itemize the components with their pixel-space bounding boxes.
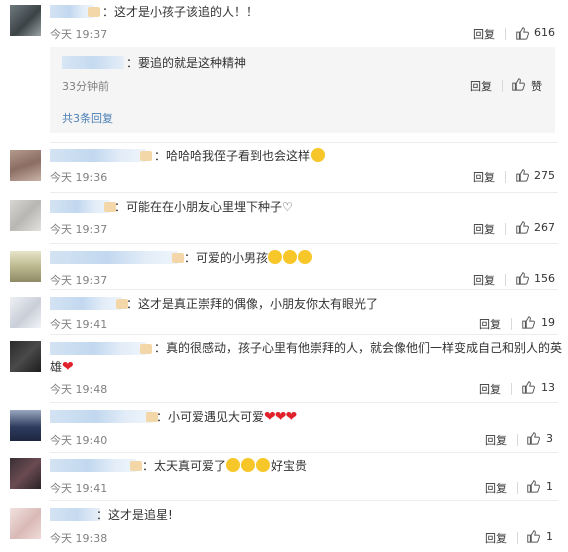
thumbs-up-icon[interactable] bbox=[526, 431, 540, 445]
laughing-emoji-icon bbox=[268, 250, 283, 264]
sub-reply-text: ：要追的就是这种精神 bbox=[126, 56, 247, 70]
comment-time: 今天 19:36 bbox=[50, 171, 108, 184]
username[interactable] bbox=[50, 5, 100, 18]
crying-emoji-icon bbox=[256, 458, 271, 472]
separator bbox=[505, 28, 506, 40]
divider bbox=[50, 289, 558, 290]
comment-time: 今天 19:37 bbox=[50, 223, 108, 236]
like-count: 267 bbox=[534, 221, 555, 234]
divider bbox=[50, 142, 558, 143]
comment-text: ：可能在在小朋友心里埋下种子♡ bbox=[114, 200, 293, 214]
like-count: 1 bbox=[546, 480, 553, 493]
comment-text: ：这才是追星! bbox=[96, 508, 173, 522]
thumbs-up-icon[interactable] bbox=[521, 315, 535, 329]
comment-text: ：小可爱遇见大可爱❤❤❤ bbox=[156, 409, 297, 425]
comment-text: ：真的很感动，孩子心里有他崇拜的人，就会像他们一样变成自己和别人的英 bbox=[154, 341, 563, 355]
username[interactable] bbox=[50, 342, 152, 355]
avatar[interactable] bbox=[10, 150, 41, 181]
laughing-emoji-icon bbox=[311, 148, 326, 162]
comment-text: ：这才是小孩子该追的人！！ bbox=[102, 5, 259, 19]
comment-time: 今天 19:40 bbox=[50, 434, 108, 447]
avatar[interactable] bbox=[10, 410, 41, 441]
divider bbox=[50, 243, 558, 244]
reply-button[interactable]: 回复 bbox=[473, 272, 495, 288]
laughing-emoji-icon bbox=[283, 250, 298, 264]
avatar[interactable] bbox=[10, 5, 41, 36]
username[interactable] bbox=[50, 251, 184, 264]
like-count: 3 bbox=[546, 432, 553, 445]
avatar[interactable] bbox=[10, 200, 41, 231]
reply-button[interactable]: 回复 bbox=[473, 26, 495, 42]
reply-button[interactable]: 回复 bbox=[479, 316, 501, 332]
reply-button[interactable]: 回复 bbox=[485, 530, 507, 546]
username[interactable] bbox=[50, 410, 158, 423]
thumbs-up-icon[interactable] bbox=[526, 479, 540, 493]
separator bbox=[502, 80, 503, 92]
comment-time: 今天 19:48 bbox=[50, 383, 108, 396]
reply-button[interactable]: 回复 bbox=[485, 480, 507, 496]
divider bbox=[50, 334, 558, 335]
avatar[interactable] bbox=[10, 297, 41, 328]
separator bbox=[517, 532, 518, 544]
like-count: 13 bbox=[541, 381, 555, 394]
laughing-emoji-icon bbox=[298, 250, 313, 264]
like-label[interactable]: 赞 bbox=[531, 78, 542, 94]
comment-time: 今天 19:37 bbox=[50, 274, 108, 287]
comment-time: 今天 19:41 bbox=[50, 318, 108, 331]
thumbs-up-icon[interactable] bbox=[521, 380, 535, 394]
separator bbox=[511, 383, 512, 395]
separator bbox=[505, 171, 506, 183]
separator bbox=[505, 223, 506, 235]
avatar[interactable] bbox=[10, 341, 41, 372]
thumbs-up-icon[interactable] bbox=[515, 168, 529, 182]
reply-button[interactable]: 回复 bbox=[473, 221, 495, 237]
comment-text: ：可爱的小男孩 bbox=[184, 250, 313, 266]
crying-emoji-icon bbox=[241, 458, 256, 472]
comment-text: ：这才是真正崇拜的偶像，小朋友你太有眼光了 bbox=[126, 297, 379, 311]
username[interactable] bbox=[50, 508, 100, 521]
comment-time: 今天 19:37 bbox=[50, 28, 108, 41]
like-count: 19 bbox=[541, 316, 555, 329]
username[interactable] bbox=[50, 200, 116, 213]
comment-text-continued: 雄❤ bbox=[50, 359, 74, 375]
thumbs-up-icon[interactable] bbox=[515, 220, 529, 234]
username[interactable] bbox=[50, 459, 142, 472]
reply-button[interactable]: 回复 bbox=[485, 432, 507, 448]
red-heart-icon: ❤ bbox=[62, 359, 74, 375]
divider bbox=[50, 452, 558, 453]
avatar[interactable] bbox=[10, 508, 41, 539]
comment-text: ：太天真可爱了 好宝贵 bbox=[142, 458, 308, 473]
sub-reply-time: 33分钟前 bbox=[62, 80, 109, 93]
separator bbox=[517, 482, 518, 494]
username[interactable] bbox=[50, 297, 128, 310]
thumbs-up-icon[interactable] bbox=[515, 26, 529, 40]
reply-button[interactable]: 回复 bbox=[470, 78, 492, 94]
username[interactable] bbox=[62, 56, 124, 69]
divider bbox=[50, 192, 558, 193]
reply-button[interactable]: 回复 bbox=[479, 381, 501, 397]
thumbs-up-icon[interactable] bbox=[515, 271, 529, 285]
divider bbox=[50, 402, 558, 403]
red-heart-icon: ❤❤❤ bbox=[264, 409, 297, 425]
username[interactable] bbox=[50, 149, 152, 162]
comment-time: 今天 19:38 bbox=[50, 532, 108, 545]
comment-time: 今天 19:41 bbox=[50, 482, 108, 495]
comment-text: ：哈哈哈我侄子看到也会这样 bbox=[154, 148, 326, 164]
crying-emoji-icon bbox=[226, 458, 241, 472]
like-count: 156 bbox=[534, 272, 555, 285]
separator bbox=[505, 274, 506, 286]
thumbs-up-icon[interactable] bbox=[511, 77, 525, 91]
like-count: 1 bbox=[546, 530, 553, 543]
avatar[interactable] bbox=[10, 251, 41, 282]
thumbs-up-icon[interactable] bbox=[526, 529, 540, 543]
more-replies-link[interactable]: 共3条回复 bbox=[62, 110, 113, 126]
divider bbox=[50, 500, 558, 501]
like-count: 616 bbox=[534, 26, 555, 39]
avatar[interactable] bbox=[10, 458, 41, 489]
reply-button[interactable]: 回复 bbox=[473, 169, 495, 185]
like-count: 275 bbox=[534, 169, 555, 182]
separator bbox=[511, 318, 512, 330]
separator bbox=[517, 434, 518, 446]
